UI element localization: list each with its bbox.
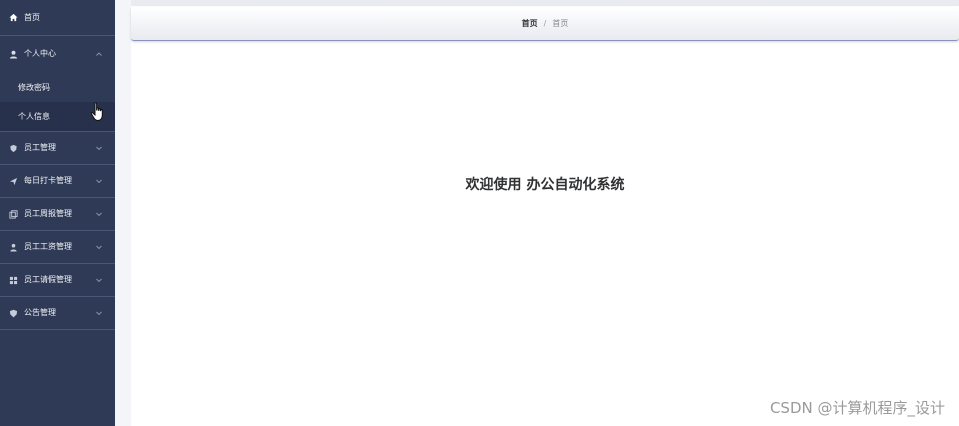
breadcrumb: 首页 / 首页 <box>131 7 959 41</box>
sidebar-item-label: 员工管理 <box>24 143 56 152</box>
person-icon <box>8 242 18 252</box>
grid-icon <box>8 275 18 285</box>
home-icon <box>8 13 18 23</box>
copy-icon <box>8 209 18 219</box>
sidebar-item-label: 首页 <box>24 12 40 22</box>
left-gutter <box>115 0 131 426</box>
chevron-down-icon <box>95 243 103 251</box>
sidebar-item-daily-checkin[interactable]: 每日打卡管理 <box>0 165 115 198</box>
sidebar-item-leave-management[interactable]: 员工请假管理 <box>0 264 115 297</box>
welcome-prefix: 欢迎使用 <box>465 177 522 193</box>
sidebar-item-announcement-management[interactable]: 公告管理 <box>0 297 115 330</box>
user-icon <box>8 49 18 59</box>
breadcrumb-home[interactable]: 首页 <box>522 18 538 29</box>
top-strip <box>115 0 959 6</box>
breadcrumb-current: 首页 <box>552 19 569 28</box>
sidebar-item-label: 员工请假管理 <box>24 275 72 284</box>
chevron-down-icon <box>95 276 103 284</box>
sidebar-item-label: 员工工资管理 <box>24 242 72 251</box>
breadcrumb-separator: / <box>543 19 547 28</box>
sidebar-item-label: 个人中心 <box>24 49 56 58</box>
sidebar-item-personal-center[interactable]: 个人中心 <box>0 36 115 72</box>
chevron-down-icon <box>95 177 103 185</box>
sidebar-item-label: 公告管理 <box>24 308 56 317</box>
sidebar-item-label: 每日打卡管理 <box>24 176 72 185</box>
shield-icon <box>8 308 18 318</box>
pointer-cursor-icon <box>90 102 106 122</box>
sidebar-subitem-change-password[interactable]: 修改密码 <box>0 72 115 102</box>
watermark: CSDN @计算机程序_设计 <box>769 399 945 417</box>
badge-icon <box>8 143 18 153</box>
welcome-message: 欢迎使用 办公自动化系统 <box>131 174 959 194</box>
chevron-down-icon <box>95 210 103 218</box>
send-icon <box>8 176 18 186</box>
sidebar-item-salary-management[interactable]: 员工工资管理 <box>0 231 115 264</box>
sidebar-item-weekly-report[interactable]: 员工周报管理 <box>0 198 115 231</box>
sidebar-item-label: 员工周报管理 <box>24 209 72 218</box>
sidebar-item-employee-management[interactable]: 员工管理 <box>0 132 115 165</box>
chevron-down-icon <box>95 144 103 152</box>
sidebar-item-home[interactable]: 首页 <box>0 0 115 36</box>
sidebar-subitem-label: 个人信息 <box>18 112 50 121</box>
sidebar-subitem-label: 修改密码 <box>18 82 50 92</box>
sidebar: 首页 个人中心 修改密码 个人信息 员工管理 每日打卡管理 员工周报管理 员工工… <box>0 0 115 426</box>
system-name: 办公自动化系统 <box>526 177 625 193</box>
chevron-up-icon <box>95 50 103 58</box>
main-content: 首页 / 首页 欢迎使用 办公自动化系统 <box>115 0 959 426</box>
chevron-down-icon <box>95 309 103 317</box>
